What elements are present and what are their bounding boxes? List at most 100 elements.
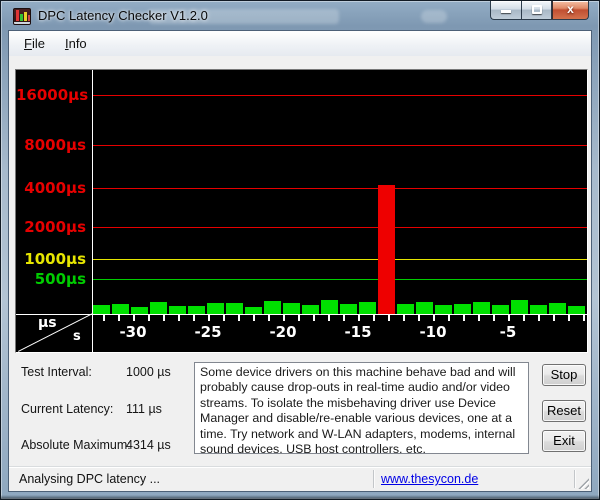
stat-value: 1000 µs	[126, 365, 171, 379]
x-unit-label: s	[73, 329, 81, 344]
gridline-2000	[93, 227, 587, 228]
latency-bar	[207, 303, 224, 314]
x-axis-label: -15	[344, 323, 371, 341]
x-axis-tick	[493, 315, 495, 321]
x-axis-tick	[343, 315, 345, 321]
x-axis-tick	[328, 315, 330, 321]
minimize-button[interactable]	[490, 1, 521, 20]
latency-bar	[245, 307, 262, 314]
latency-bar	[397, 304, 414, 314]
titlebar[interactable]: DPC Latency Checker V1.2.0 x	[1, 1, 599, 31]
latency-bar	[359, 302, 376, 314]
info-textbox[interactable]: Some device drivers on this machine beha…	[194, 362, 529, 454]
x-axis-tick	[223, 315, 225, 321]
x-axis-tick	[103, 315, 105, 321]
menu-file[interactable]: File	[15, 33, 54, 54]
y-unit-label: µs	[38, 315, 57, 331]
gridline-16000	[93, 95, 587, 96]
x-axis-tick	[508, 315, 510, 321]
latency-bar	[283, 303, 300, 314]
x-axis-tick	[238, 315, 240, 321]
x-axis-label: -20	[269, 323, 296, 341]
x-axis-tick	[553, 315, 555, 321]
latency-bar	[112, 304, 129, 314]
menu-info[interactable]: Info	[56, 33, 96, 54]
stat-label: Absolute Maximum:	[21, 438, 131, 452]
latency-bar	[302, 305, 319, 314]
x-axis-tick	[148, 315, 150, 321]
x-axis-line	[16, 314, 587, 315]
latency-bar	[226, 303, 243, 314]
stop-button[interactable]: Stop	[542, 364, 586, 386]
gridline-1000	[93, 259, 587, 260]
latency-bar	[131, 307, 148, 314]
x-axis-tick	[283, 315, 285, 321]
x-axis-tick	[358, 315, 360, 321]
y-axis-label: 2000µs	[16, 218, 86, 236]
gridline-8000	[93, 145, 587, 146]
x-axis-tick	[133, 315, 135, 321]
latency-bar	[549, 303, 566, 314]
latency-bar	[435, 305, 452, 314]
statusbar-divider	[574, 470, 575, 488]
y-axis-label: 4000µs	[16, 179, 86, 197]
x-axis-tick	[118, 315, 120, 321]
latency-bar	[473, 302, 490, 314]
x-axis-tick	[163, 315, 165, 321]
y-axis-label: 16000µs	[16, 86, 86, 104]
status-text: Analysing DPC latency ...	[19, 472, 160, 486]
website-link[interactable]: www.thesycon.de	[381, 472, 478, 486]
stat-label: Test Interval:	[21, 365, 92, 379]
y-axis-label: 500µs	[16, 270, 86, 288]
maximize-button[interactable]	[521, 1, 552, 20]
x-axis-tick	[193, 315, 195, 321]
statusbar: Analysing DPC latency ... www.thesycon.d…	[9, 466, 591, 491]
x-axis-tick	[463, 315, 465, 321]
latency-bar	[150, 302, 167, 314]
client-area: FileInfo 16000µs 8000µs 4000µs 2000µs 1000µs…	[9, 31, 591, 491]
x-axis-tick	[388, 315, 390, 321]
stat-value: 4314 µs	[126, 438, 171, 452]
x-axis-tick	[478, 315, 480, 321]
latency-chart: 16000µs 8000µs 4000µs 2000µs 1000µs 500µs µs s -…	[15, 69, 588, 353]
latency-bar	[264, 301, 281, 314]
x-axis-tick	[313, 315, 315, 321]
latency-bar-alert	[378, 185, 395, 314]
latency-bar	[511, 300, 528, 314]
x-axis-tick	[418, 315, 420, 321]
x-axis-tick	[268, 315, 270, 321]
latency-bar	[188, 306, 205, 314]
close-button[interactable]: x	[552, 1, 589, 20]
glass-reflection	[421, 10, 447, 23]
x-axis-tick	[523, 315, 525, 321]
x-axis-label: -5	[500, 323, 517, 341]
y-axis-label: 1000µs	[16, 250, 86, 268]
reset-button[interactable]: Reset	[542, 400, 586, 422]
latency-bar	[340, 304, 357, 314]
latency-bar	[492, 305, 509, 314]
x-axis-tick	[253, 315, 255, 321]
x-axis-tick	[403, 315, 405, 321]
latency-bar	[169, 306, 186, 314]
x-axis-tick	[208, 315, 210, 321]
caption-buttons: x	[490, 1, 589, 20]
x-axis-tick	[373, 315, 375, 321]
y-axis-label: 8000µs	[16, 136, 86, 154]
x-axis-tick	[178, 315, 180, 321]
info-text: Some device drivers on this machine beha…	[200, 365, 515, 454]
resize-grip[interactable]	[576, 476, 589, 489]
close-icon: x	[553, 2, 588, 16]
latency-bar	[93, 305, 110, 314]
menubar: FileInfo	[9, 31, 591, 56]
statusbar-divider	[373, 470, 374, 488]
exit-button[interactable]: Exit	[542, 430, 586, 452]
x-axis-tick	[538, 315, 540, 321]
minimize-icon	[501, 10, 511, 13]
maximize-icon	[532, 5, 542, 14]
x-axis-label: -10	[419, 323, 446, 341]
latency-bar	[416, 302, 433, 314]
x-axis-label: -30	[119, 323, 146, 341]
gridline-4000	[93, 188, 587, 189]
latency-bar	[454, 304, 471, 315]
app-window: DPC Latency Checker V1.2.0 x FileInfo 16…	[0, 0, 600, 500]
